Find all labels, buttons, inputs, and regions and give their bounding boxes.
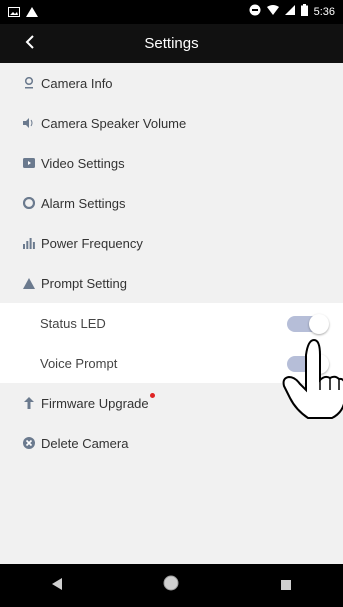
back-arrow-icon — [24, 34, 36, 55]
menu-item-label: Power Frequency — [41, 235, 143, 251]
menu-item-video-settings[interactable]: Video Settings — [0, 143, 343, 183]
recents-square-icon — [280, 577, 291, 595]
status-bar: 5:36 — [0, 0, 343, 24]
speaker-icon — [23, 117, 35, 129]
video-icon — [23, 157, 35, 169]
menu-item-prompt-setting[interactable]: Prompt Setting — [0, 263, 343, 303]
menu-item-power-frequency[interactable]: Power Frequency — [0, 223, 343, 263]
image-icon — [8, 4, 20, 22]
menu-item-firmware-upgrade[interactable]: Firmware Upgrade — [0, 383, 343, 423]
menu-item-speaker-volume[interactable]: Camera Speaker Volume — [0, 103, 343, 143]
do-not-disturb-icon — [249, 4, 261, 19]
battery-icon — [300, 4, 308, 19]
toggle-knob — [309, 314, 329, 334]
status-right: 5:36 — [249, 4, 335, 19]
wifi-icon — [266, 5, 279, 18]
page-title: Settings — [144, 35, 199, 52]
nav-home-button[interactable] — [151, 566, 191, 606]
menu-item-label: Delete Camera — [41, 435, 129, 451]
menu-item-camera-info[interactable]: Camera Info — [0, 63, 343, 103]
delete-icon — [23, 437, 35, 449]
submenu-item-label: Voice Prompt — [40, 355, 118, 371]
menu-item-label: Alarm Settings — [41, 195, 126, 211]
menu-item-label: Camera Info — [41, 75, 113, 91]
prompt-icon — [23, 277, 35, 289]
settings-menu: Camera Info Camera Speaker Volume Video … — [0, 63, 343, 463]
status-time: 5:36 — [313, 5, 335, 18]
notification-badge — [150, 393, 155, 398]
signal-icon — [284, 5, 295, 18]
menu-item-alarm-settings[interactable]: Alarm Settings — [0, 183, 343, 223]
menu-item-label: Camera Speaker Volume — [41, 115, 187, 131]
menu-item-label: Video Settings — [41, 155, 125, 171]
nav-recents-button[interactable] — [266, 566, 306, 606]
upload-arrow-icon — [23, 397, 35, 409]
status-led-toggle[interactable] — [287, 314, 329, 334]
alarm-icon — [23, 197, 35, 209]
submenu-item-status-led: Status LED — [0, 303, 343, 343]
menu-item-label: Prompt Setting — [41, 275, 127, 291]
status-left — [8, 4, 38, 22]
warning-icon — [26, 4, 38, 22]
submenu-item-label: Status LED — [40, 315, 106, 331]
app-bar: Settings — [0, 24, 343, 63]
frequency-icon — [23, 237, 35, 249]
back-button[interactable] — [18, 32, 42, 56]
nav-back-button[interactable] — [37, 566, 77, 606]
menu-item-label: Firmware Upgrade — [41, 395, 149, 411]
home-circle-icon — [163, 575, 179, 596]
menu-item-delete-camera[interactable]: Delete Camera — [0, 423, 343, 463]
navigation-bar — [0, 564, 343, 607]
voice-prompt-toggle[interactable] — [287, 354, 329, 374]
back-triangle-icon — [52, 577, 63, 595]
submenu-item-voice-prompt: Voice Prompt — [0, 343, 343, 383]
pin-icon — [23, 77, 35, 89]
toggle-knob — [309, 354, 329, 374]
